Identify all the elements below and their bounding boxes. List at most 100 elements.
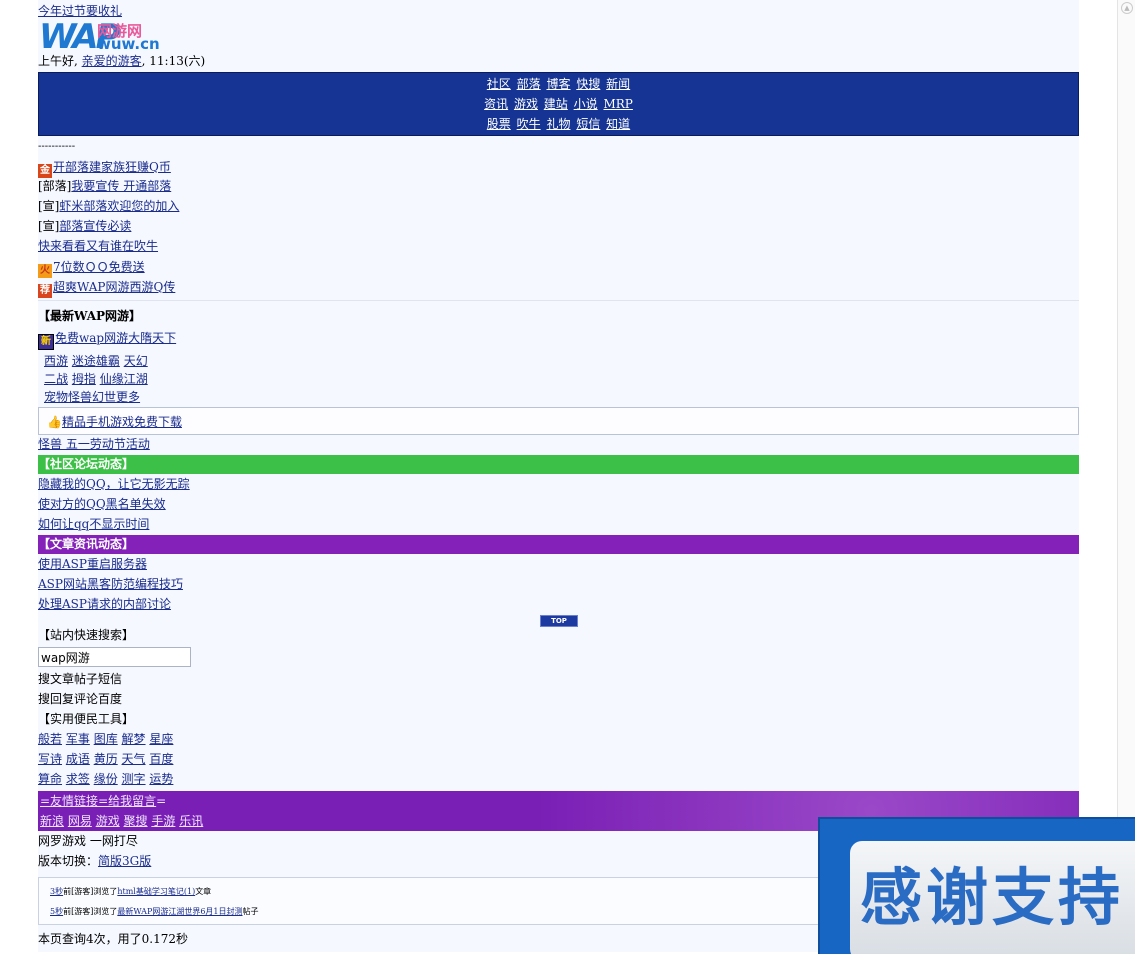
game-link[interactable]: 宠物: [44, 390, 68, 404]
nav-chat[interactable]: 吹牛: [517, 117, 541, 131]
nav-quick-search[interactable]: 快搜: [576, 77, 600, 91]
featured-game-link[interactable]: 免费wap网游大隋天下: [55, 331, 176, 345]
game-link[interactable]: 迷途: [72, 354, 96, 368]
nav-mrp[interactable]: MRP: [603, 97, 632, 111]
scroll-up-icon[interactable]: ▲: [1121, 2, 1133, 14]
promo-link[interactable]: 我要宣传 开通部落: [71, 179, 171, 193]
back-to-top-button[interactable]: TOP: [540, 615, 578, 627]
friend-link[interactable]: 乐讯: [179, 814, 203, 828]
log-link[interactable]: 最新WAP网游江湖世界6月1日封测: [117, 907, 242, 916]
friend-link[interactable]: 游戏: [96, 814, 120, 828]
forum-link[interactable]: 使对方的QQ黑名单失效: [38, 495, 166, 513]
search-posts-button[interactable]: 帖子: [74, 672, 98, 686]
nav-news[interactable]: 新闻: [606, 77, 630, 91]
nav-info[interactable]: 资讯: [484, 97, 508, 111]
game-link[interactable]: 二战: [44, 372, 68, 386]
floating-banner[interactable]: 感谢支持: [818, 817, 1135, 954]
guest-user-link[interactable]: 亲爱的游客: [82, 54, 142, 68]
version-3g-link[interactable]: 3G版: [122, 854, 151, 868]
promo-item[interactable]: [宣]部落宣传必读: [38, 217, 131, 235]
promo-item[interactable]: 荐超爽WAP网游西游Q传: [38, 278, 175, 298]
version-simple-link[interactable]: 简版: [98, 854, 122, 868]
promo-item[interactable]: 快来看看又有谁在吹牛: [38, 237, 158, 255]
promo-link[interactable]: 快来看看又有谁在吹牛: [38, 239, 158, 253]
nav-row-3: 股票 吹牛 礼物 短信 知道: [39, 114, 1078, 134]
friend-link[interactable]: 新浪: [40, 814, 64, 828]
promo-link[interactable]: 虾米部落欢迎您的加入: [59, 199, 179, 213]
promo-link[interactable]: 开部落建家族狂赚Q币: [53, 160, 171, 174]
friend-link[interactable]: 手游: [151, 814, 175, 828]
game-link[interactable]: 仙缘: [100, 372, 124, 386]
nav-gifts[interactable]: 礼物: [546, 117, 570, 131]
leave-message-link[interactable]: =给我留言: [98, 794, 156, 808]
articles-header: 【文章资讯动态】: [38, 535, 1079, 554]
game-link[interactable]: 江湖: [124, 372, 148, 386]
promo-link[interactable]: 7位数ＱＱ免费送: [53, 260, 145, 274]
search-comments-button[interactable]: 评论: [74, 692, 98, 706]
nav-sms[interactable]: 短信: [576, 117, 600, 131]
article-link[interactable]: 使用ASP重启服务器: [38, 555, 147, 573]
game-link[interactable]: 拇指: [72, 372, 96, 386]
tool-link[interactable]: 星座: [149, 732, 173, 746]
game-link[interactable]: 雄霸: [96, 354, 120, 368]
tool-link[interactable]: 解梦: [122, 732, 146, 746]
tool-link[interactable]: 成语: [66, 752, 90, 766]
tool-link[interactable]: 写诗: [38, 752, 62, 766]
featured-game[interactable]: 新免费wap网游大隋天下: [38, 329, 176, 350]
forum-link[interactable]: 隐藏我的QQ，让它无影无踪: [38, 475, 190, 493]
tool-link[interactable]: 天气: [122, 752, 146, 766]
tool-link[interactable]: 运势: [149, 772, 173, 786]
tool-link[interactable]: 军事: [66, 732, 90, 746]
article-link[interactable]: 处理ASP请求的内部讨论: [38, 595, 171, 613]
search-input[interactable]: [38, 647, 191, 667]
nav-stocks[interactable]: 股票: [487, 117, 511, 131]
log-time[interactable]: 5秒: [50, 907, 63, 916]
banner-panel: 感谢支持: [850, 841, 1135, 954]
log-time[interactable]: 3秒: [50, 887, 63, 896]
promo-item[interactable]: 火 7位数ＱＱ免费送: [38, 258, 145, 278]
tool-link[interactable]: 图库: [94, 732, 118, 746]
friend-link[interactable]: 网易: [68, 814, 92, 828]
tool-link[interactable]: 求签: [66, 772, 90, 786]
site-logo[interactable]: WAP 网游网 wuw.cn: [39, 20, 169, 54]
nav-site-build[interactable]: 建站: [544, 97, 568, 111]
game-link[interactable]: 西游: [44, 354, 68, 368]
download-link[interactable]: 精品手机游戏免费下载: [62, 415, 182, 429]
tool-link[interactable]: 缘份: [94, 772, 118, 786]
tool-link[interactable]: 般若: [38, 732, 62, 746]
forum-link[interactable]: 如何让qq不显示时间: [38, 515, 149, 533]
tool-link[interactable]: 百度: [149, 752, 173, 766]
event-link[interactable]: 怪兽 五一劳动节活动: [38, 435, 150, 453]
nav-games[interactable]: 游戏: [514, 97, 538, 111]
friend-links-link[interactable]: =友情链接: [40, 794, 98, 808]
nav-know[interactable]: 知道: [606, 117, 630, 131]
game-link[interactable]: 怪兽: [68, 390, 92, 404]
game-link[interactable]: 幻世: [92, 390, 116, 404]
promo-item[interactable]: [部落]我要宣传 开通部落: [38, 177, 171, 195]
promo-item[interactable]: 金开部落建家族狂赚Q币: [38, 158, 171, 178]
tool-link[interactable]: 算命: [38, 772, 62, 786]
vertical-scrollbar[interactable]: ▲: [1117, 0, 1135, 952]
nav-blog[interactable]: 博客: [546, 77, 570, 91]
tool-link[interactable]: 测字: [122, 772, 146, 786]
promo-item[interactable]: [宣]虾米部落欢迎您的加入: [38, 197, 179, 215]
promo-link[interactable]: 部落宣传必读: [59, 219, 131, 233]
search-label: 搜: [38, 692, 51, 706]
search-sms-button[interactable]: 短信: [98, 672, 122, 686]
article-link[interactable]: ASP网站黑客防范编程技巧: [38, 575, 183, 593]
nav-novel[interactable]: 小说: [574, 97, 598, 111]
search-baidu-button[interactable]: 百度: [98, 692, 122, 706]
search-articles-button[interactable]: 文章: [50, 672, 74, 686]
log-link[interactable]: html基础学习笔记(1): [117, 887, 195, 896]
download-row[interactable]: 👍精品手机游戏免费下载: [47, 413, 182, 431]
promo-link[interactable]: 超爽WAP网游西游Q传: [53, 280, 175, 294]
game-link[interactable]: 天幻: [124, 354, 148, 368]
nav-community[interactable]: 社区: [487, 77, 511, 91]
version-switch: 版本切换：简版3G版: [38, 852, 151, 870]
nav-row-1: 社区 部落 博客 快搜 新闻: [39, 74, 1078, 94]
friend-link[interactable]: 聚搜: [124, 814, 148, 828]
game-link[interactable]: 更多: [116, 390, 140, 404]
tool-link[interactable]: 黄历: [94, 752, 118, 766]
search-replies-button[interactable]: 回复: [50, 692, 74, 706]
nav-tribe[interactable]: 部落: [517, 77, 541, 91]
